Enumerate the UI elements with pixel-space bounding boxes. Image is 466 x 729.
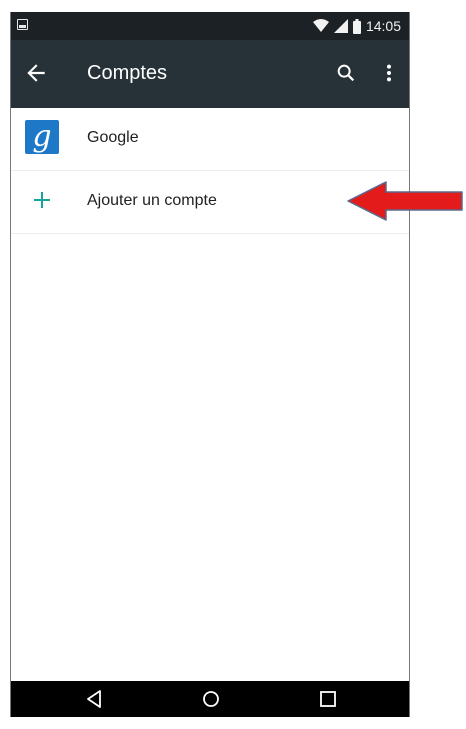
phone-screen: 14:05 Comptes g Google Ajouter un compte: [10, 12, 410, 717]
google-g-icon: g: [25, 120, 59, 154]
wifi-icon: [312, 19, 329, 32]
notification-image-icon: [17, 19, 28, 30]
search-icon[interactable]: [335, 62, 357, 84]
clock: 14:05: [365, 18, 401, 34]
home-circle-icon[interactable]: [200, 688, 222, 710]
account-label: Google: [87, 129, 139, 146]
add-account-label: Ajouter un compte: [87, 192, 217, 209]
status-icons: 14:05: [312, 16, 401, 36]
battery-icon: [352, 18, 361, 34]
more-vert-icon[interactable]: [383, 62, 395, 84]
page-title: Comptes: [87, 62, 168, 84]
app-bar: Comptes: [11, 40, 409, 108]
signal-icon: [333, 19, 348, 33]
arrow-left-icon[interactable]: [23, 60, 49, 86]
recents-square-icon[interactable]: [317, 688, 339, 710]
status-bar: 14:05: [11, 12, 409, 40]
plus-icon: [25, 183, 59, 217]
red-annotation-arrow: [347, 181, 463, 221]
back-triangle-icon[interactable]: [83, 688, 105, 710]
navigation-bar: [11, 681, 409, 717]
account-row-google[interactable]: g Google: [11, 108, 409, 171]
